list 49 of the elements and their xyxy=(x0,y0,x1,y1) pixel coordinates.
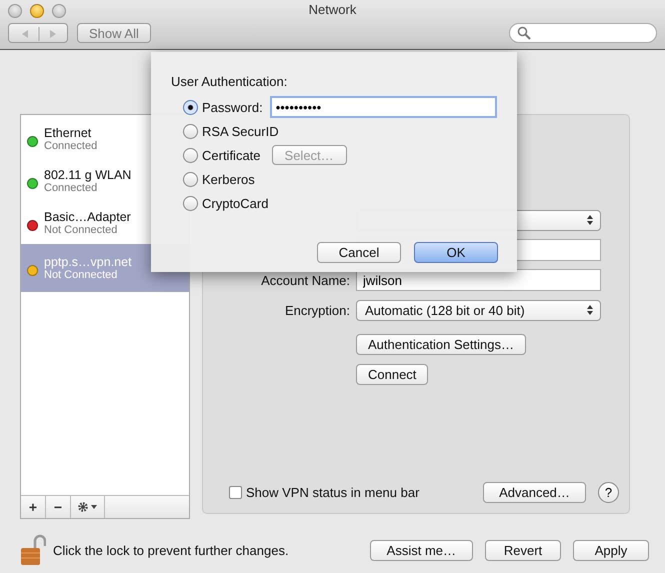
radio-button[interactable] xyxy=(183,100,198,114)
stepper-icon xyxy=(586,214,594,226)
close-button[interactable] xyxy=(8,4,22,18)
radio-button[interactable] xyxy=(183,172,198,186)
footer-button[interactable]: Assist me… xyxy=(370,540,473,560)
add-button[interactable]: + xyxy=(21,496,46,518)
service-status: Not Connected xyxy=(44,224,118,236)
lock-message: Click the lock to prevent further changes. xyxy=(53,542,289,558)
window-title: Network xyxy=(308,2,356,17)
radio-button[interactable] xyxy=(183,124,198,138)
service-status: Not Connected xyxy=(44,269,118,281)
advanced-button[interactable]: Advanced… xyxy=(483,482,586,503)
service-name: Ethernet xyxy=(44,126,92,140)
footer-button[interactable]: Apply xyxy=(573,540,649,560)
search-field[interactable] xyxy=(509,23,657,43)
ok-button[interactable]: OK xyxy=(414,242,498,263)
help-button[interactable]: ? xyxy=(598,482,619,503)
service-name: pptp.s…vpn.net xyxy=(44,255,132,269)
service-status: Connected xyxy=(44,140,98,152)
dropdown[interactable]: Automatic (128 bit or 40 bit) xyxy=(356,300,601,320)
option-label: CryptoCard xyxy=(202,196,268,210)
radio-button[interactable] xyxy=(183,196,198,210)
stepper-icon xyxy=(586,304,594,316)
show-all-button[interactable]: Show All xyxy=(77,23,151,43)
password-field[interactable]: •••••••••• xyxy=(270,96,497,118)
cancel-button[interactable]: Cancel xyxy=(317,242,401,263)
service-name: 802.11 g WLAN xyxy=(44,168,132,182)
padlock-icon xyxy=(20,533,46,567)
panel-button[interactable]: Connect xyxy=(356,364,428,384)
service-status: Connected xyxy=(44,182,98,194)
text-field[interactable]: jwilson xyxy=(356,269,601,291)
option-label: Kerberos xyxy=(202,172,255,186)
checkbox-label: Show VPN status in menu bar xyxy=(246,485,420,500)
footer-button[interactable]: Revert xyxy=(485,540,561,560)
option-label: Certificate xyxy=(202,148,261,162)
zoom-button[interactable] xyxy=(52,4,66,18)
option-label: Password: xyxy=(202,100,263,114)
panel-button[interactable]: Authentication Settings… xyxy=(356,334,526,354)
minimize-button[interactable] xyxy=(30,4,44,18)
sheet-title: User Authentication: xyxy=(171,74,288,89)
remove-button[interactable]: − xyxy=(46,496,71,518)
back-forward-control[interactable] xyxy=(8,23,68,43)
checkbox[interactable] xyxy=(229,486,242,499)
gear-icon xyxy=(76,501,98,513)
search-icon xyxy=(517,26,531,40)
field-label: Encryption: xyxy=(284,302,350,318)
option-label: RSA SecurID xyxy=(202,124,279,138)
service-name: Basic…Adapter xyxy=(44,210,131,224)
field-label: Account Name: xyxy=(261,272,350,288)
